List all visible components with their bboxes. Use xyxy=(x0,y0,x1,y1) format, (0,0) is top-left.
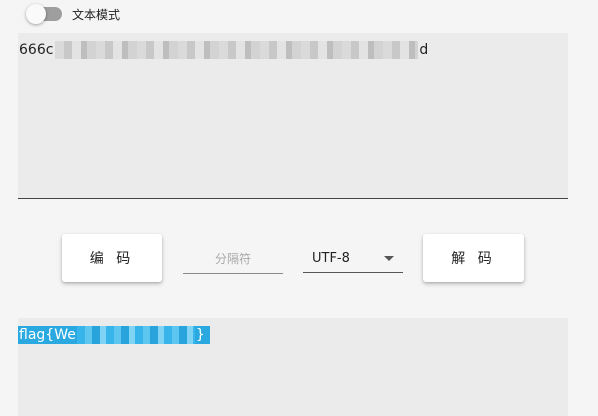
decode-button[interactable]: 解 码 xyxy=(423,234,524,282)
text-mode-toggle-row: 文本模式 xyxy=(26,4,120,24)
input-text: 666c d xyxy=(19,41,428,59)
switch-thumb xyxy=(26,4,46,24)
text-mode-label: 文本模式 xyxy=(72,7,121,22)
input-textarea[interactable]: 666c d xyxy=(18,33,568,199)
output-value-suffix: } xyxy=(194,326,210,344)
separator-input[interactable] xyxy=(183,244,283,274)
text-mode-switch[interactable] xyxy=(26,4,62,24)
output-value-prefix: flag{We xyxy=(18,326,77,344)
output-redaction-mosaic xyxy=(76,326,195,344)
encode-button[interactable]: 编 码 xyxy=(62,234,162,282)
chevron-down-icon xyxy=(384,256,394,261)
encoding-select[interactable]: UTF-8 xyxy=(303,244,403,273)
app-page: 文本模式 666c d 编 码 UTF-8 解 码 flag{We } xyxy=(0,0,598,416)
input-value-prefix: 666c xyxy=(19,42,54,58)
input-redaction-mosaic xyxy=(55,41,419,59)
output-textarea[interactable]: flag{We } xyxy=(18,318,568,416)
output-text: flag{We } xyxy=(18,326,210,344)
input-value-suffix: d xyxy=(419,42,429,58)
encoding-selected-value: UTF-8 xyxy=(312,251,350,266)
